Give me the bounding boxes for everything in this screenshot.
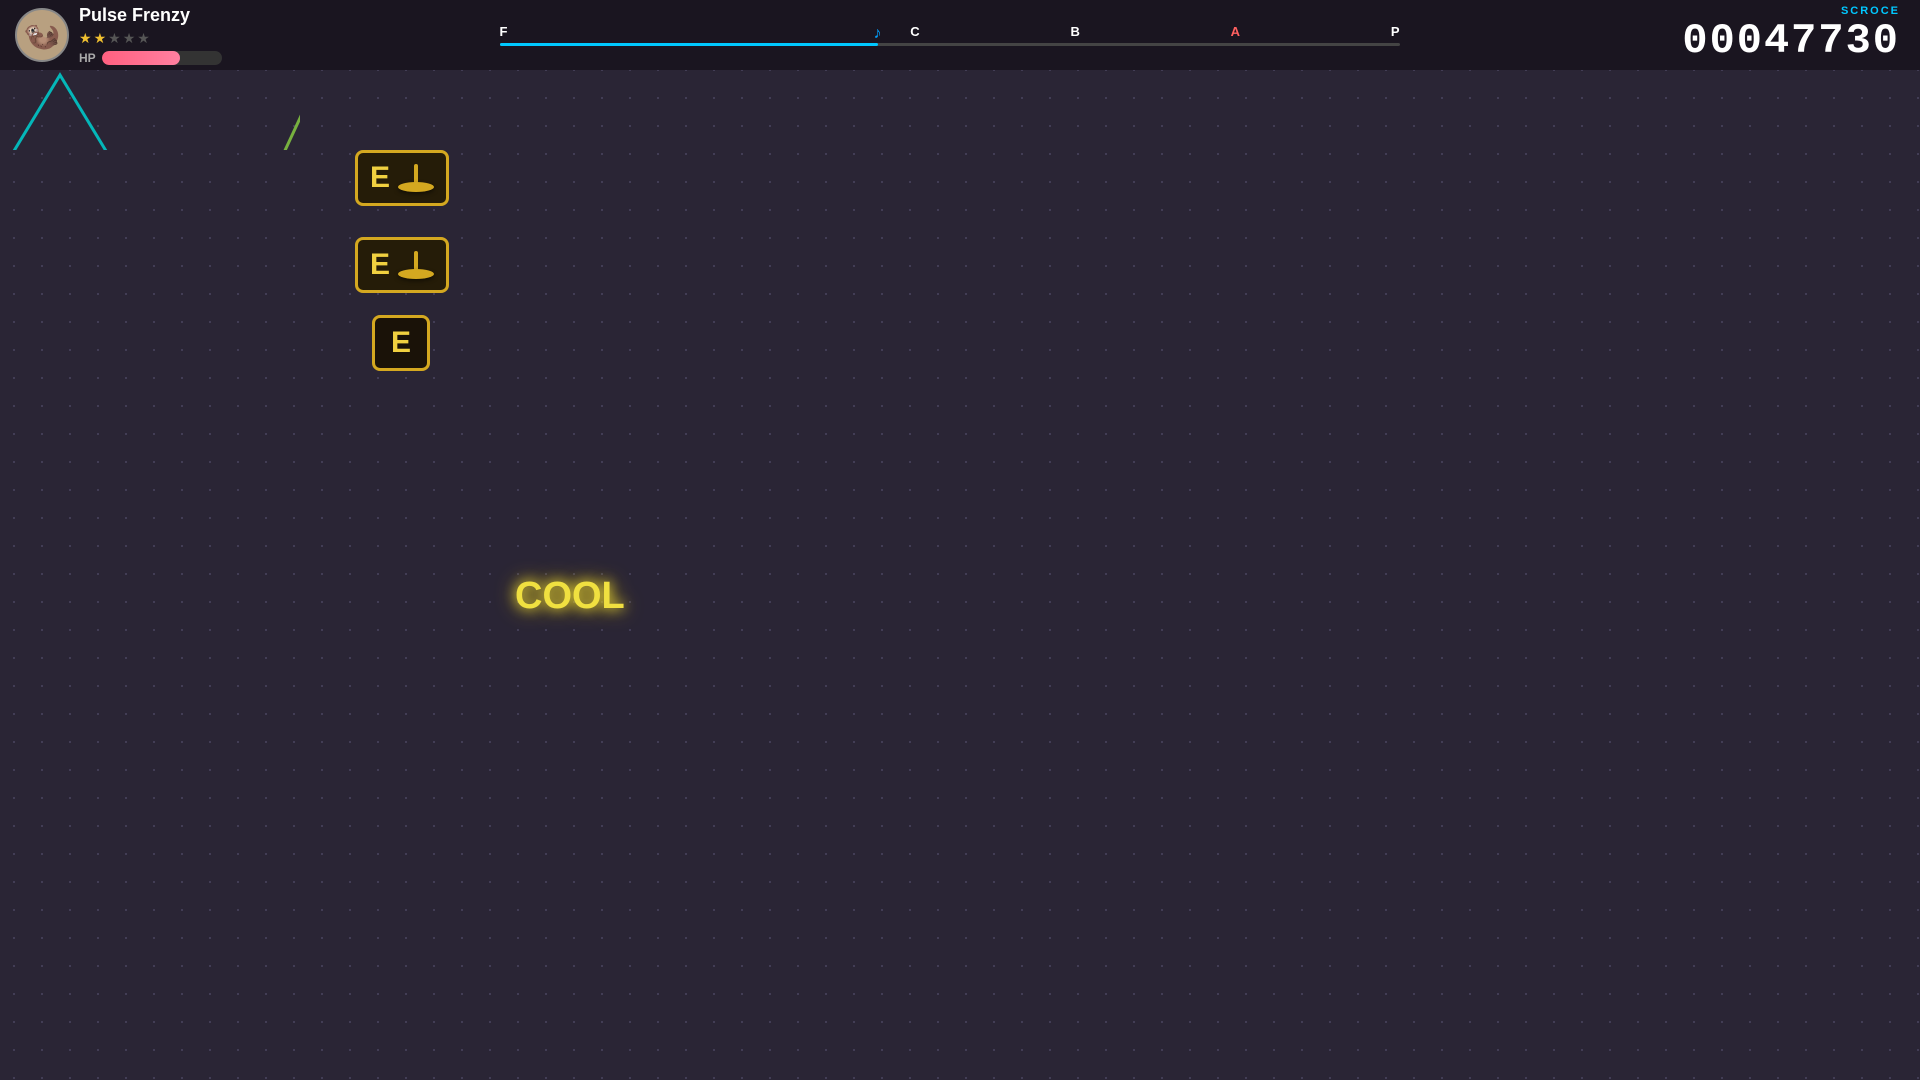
score-section: SCROCE 00047730 [1662, 0, 1920, 73]
note-button-3[interactable]: E [372, 315, 430, 371]
hp-label: HP [79, 51, 96, 65]
star-1: ★ [79, 30, 92, 47]
player-details: Pulse Frenzy ★ ★ ★ ★ ★ HP [79, 5, 222, 65]
avatar: 🦦 [15, 8, 69, 62]
avatar-image: 🦦 [17, 10, 67, 60]
progress-section: F C B A P ♪ [237, 16, 1663, 54]
note-button-2[interactable]: E [355, 237, 449, 293]
cool-text: COOL [515, 575, 625, 618]
note-indicator: ♪ [874, 25, 882, 43]
star-5: ★ [137, 30, 150, 47]
player-info: 🦦 Pulse Frenzy ★ ★ ★ ★ ★ HP [0, 0, 237, 73]
star-4: ★ [123, 30, 136, 47]
score-value: 00047730 [1682, 17, 1900, 65]
star-2: ★ [94, 30, 107, 47]
top-bar: 🦦 Pulse Frenzy ★ ★ ★ ★ ★ HP [0, 0, 1920, 70]
score-label: SCROCE [1682, 5, 1900, 17]
hp-bar-container: HP [79, 51, 222, 65]
hp-bar-fill [102, 51, 180, 65]
marker-b: B [1070, 24, 1079, 39]
note-button-1[interactable]: E [355, 150, 449, 206]
note-key-3: E [391, 326, 411, 360]
note-key-2: E [370, 248, 390, 282]
note-key-1: E [370, 161, 390, 195]
background-grid [0, 0, 1920, 1080]
player-name: Pulse Frenzy [79, 5, 222, 26]
marker-c: C [910, 24, 919, 39]
cymbal-icon-2 [398, 251, 434, 279]
hp-bar-background [102, 51, 222, 65]
star-3: ★ [108, 30, 121, 47]
star-rating: ★ ★ ★ ★ ★ [79, 30, 222, 47]
progress-line: ♪ [500, 43, 1400, 46]
cymbal-icon-1 [398, 164, 434, 192]
progress-fill [500, 43, 878, 46]
marker-a: A [1231, 24, 1240, 39]
progress-bar-wrapper: F C B A P ♪ [500, 24, 1400, 46]
marker-p: P [1391, 24, 1400, 39]
marker-f: F [500, 24, 508, 39]
